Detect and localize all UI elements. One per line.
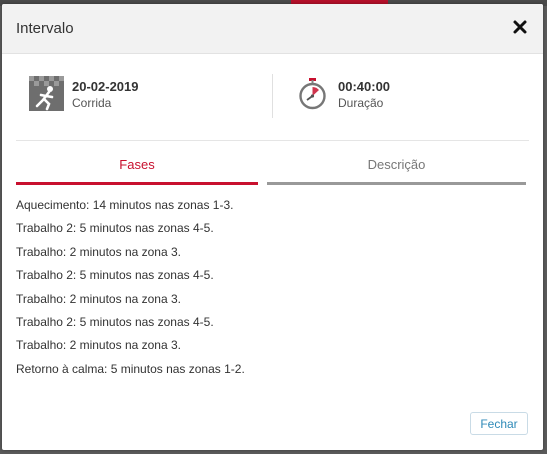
- phase-item: Retorno à calma: 5 minutos nas zonas 1-2…: [16, 361, 245, 376]
- info-divider: [272, 74, 273, 118]
- phase-item: Trabalho: 2 minutos na zona 3.: [16, 291, 181, 306]
- phase-item: Trabalho: 2 minutos na zona 3.: [16, 244, 181, 259]
- tab-descricao[interactable]: Descrição: [267, 154, 526, 185]
- workout-duration: 00:40:00: [338, 79, 391, 94]
- phase-item: Trabalho 2: 5 minutos nas zonas 4-5.: [16, 314, 214, 329]
- phase-item: Trabalho 2: 5 minutos nas zonas 4-5.: [16, 268, 214, 283]
- phase-item: Trabalho: 2 minutos na zona 3.: [16, 338, 181, 353]
- close-icon[interactable]: [511, 18, 529, 36]
- section-divider: [16, 140, 529, 141]
- phase-item: Trabalho 2: 5 minutos nas zonas 4-5.: [16, 221, 214, 236]
- activity-type: Corrida: [72, 96, 112, 110]
- workout-date: 20-02-2019: [72, 79, 139, 94]
- tab-fases[interactable]: Fases: [16, 154, 258, 185]
- modal-header: Intervalo: [2, 4, 543, 54]
- interval-modal: Intervalo 20-02-2019 Corrida 00:40:00 Du…: [2, 4, 543, 450]
- duration-label: Duração: [338, 96, 384, 110]
- running-finish-flag-icon: [29, 76, 64, 111]
- stopwatch-icon: [295, 76, 330, 111]
- phase-item: Aquecimento: 14 minutos nas zonas 1-3.: [16, 198, 234, 212]
- close-button[interactable]: Fechar: [470, 412, 528, 435]
- phase-list: Aquecimento: 14 minutos nas zonas 1-3. T…: [16, 197, 245, 384]
- modal-title: Intervalo: [16, 20, 74, 37]
